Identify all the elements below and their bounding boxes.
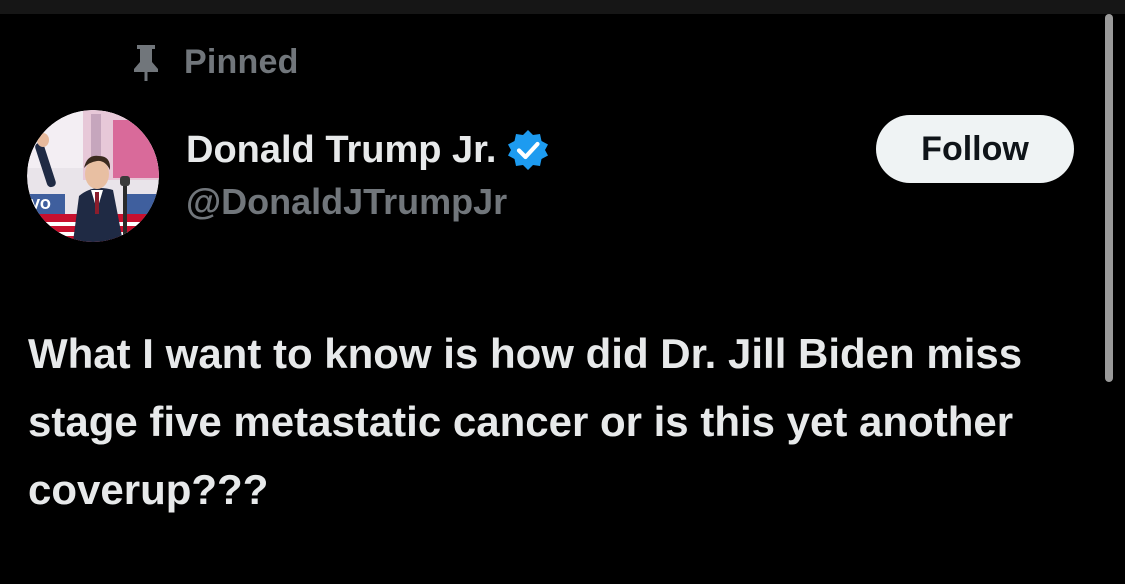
pinned-label: Pinned [184,42,299,81]
author-name-row: Donald Trump Jr. [186,124,550,176]
verified-badge-icon[interactable] [506,128,550,172]
follow-button[interactable]: Follow [876,115,1074,183]
pinned-indicator: Pinned [128,40,299,84]
pin-icon [134,45,158,81]
avatar[interactable]: VO [27,110,159,242]
scrollbar[interactable] [1105,14,1113,382]
author-handle[interactable]: @DonaldJTrumpJr [186,181,507,223]
top-status-strip [0,0,1125,14]
display-name[interactable]: Donald Trump Jr. [186,129,496,172]
tweet-text: What I want to know is how did Dr. Jill … [28,330,1023,513]
svg-text:VO: VO [30,198,51,213]
